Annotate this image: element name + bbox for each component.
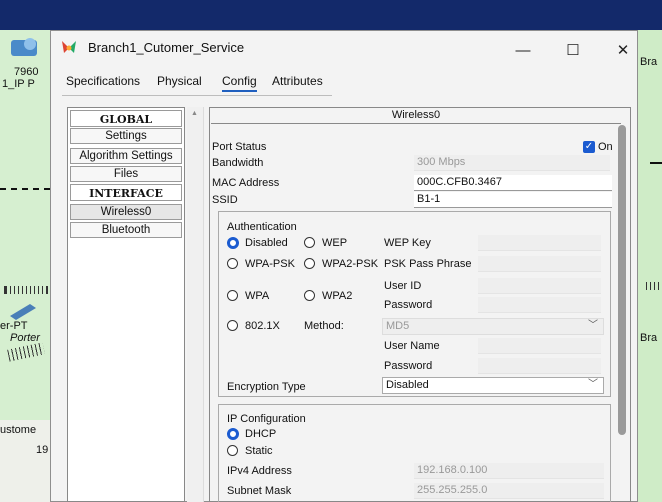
auth-8021x-label: 802.1X [245, 320, 280, 332]
auth-wpa2-radio[interactable] [304, 290, 315, 301]
port-status-label: Port Status [212, 141, 267, 153]
device-label: ustome [0, 424, 37, 436]
auth-disabled-radio[interactable] [227, 237, 239, 249]
auth-8021x-radio[interactable] [227, 320, 238, 331]
tab-divider [62, 95, 332, 96]
ssid-label: SSID [212, 194, 238, 206]
app-icon [60, 39, 78, 55]
ip-phone-icon[interactable] [8, 34, 42, 64]
chevron-down-icon: ﹀ [588, 320, 598, 331]
bandwidth-field: 300 Mbps [414, 155, 610, 171]
user-id-field [478, 278, 601, 294]
password2-label: Password [384, 360, 433, 372]
device-label: er-PT [0, 320, 28, 332]
auth-wpa2-psk-label: WPA2-PSK [322, 258, 379, 270]
chevron-down-icon: ﹀ [588, 379, 598, 390]
auth-disabled-label: Disabled [245, 237, 288, 249]
auth-wpa2-label: WPA2 [322, 290, 353, 302]
user-name-field [478, 338, 601, 354]
method-value: MD5 [386, 320, 410, 332]
auth-wpa-psk-label: WPA-PSK [245, 258, 295, 270]
wireless-signal-icon [4, 286, 48, 294]
method-select: MD5 ﹀ [382, 318, 604, 335]
wep-key-label: WEP Key [384, 237, 431, 249]
dhcp-radio[interactable] [227, 428, 239, 440]
pane-scrollbar-thumb[interactable] [618, 125, 626, 435]
nav-item-settings[interactable]: Settings [70, 128, 182, 144]
device-label: 1_IP P [2, 78, 35, 90]
close-button[interactable]: ✕ [600, 33, 646, 67]
user-id-label: User ID [384, 280, 422, 292]
config-nav: GLOBAL Settings Algorithm Settings Files… [67, 107, 185, 502]
port-status-checkbox[interactable]: ✓ [583, 141, 595, 153]
mac-address-label: MAC Address [212, 177, 280, 189]
auth-wpa-radio[interactable] [227, 290, 238, 301]
tab-physical[interactable]: Physical [157, 74, 202, 88]
printer-icon[interactable] [8, 300, 38, 320]
encryption-type-label: Encryption Type [227, 381, 306, 393]
device-label: 19 [36, 444, 49, 456]
authentication-title: Authentication [227, 221, 297, 233]
pane-title: Wireless0 [211, 109, 621, 124]
device-label: 7960 [14, 66, 39, 78]
nav-item-files[interactable]: Files [70, 166, 182, 182]
nav-item-bluetooth[interactable]: Bluetooth [70, 222, 182, 238]
ipv4-address-field: 192.168.0.100 [414, 463, 604, 479]
device-label: Porter [10, 332, 40, 344]
subnet-mask-field: 255.255.255.0 [414, 483, 604, 499]
auth-wpa2-psk-radio[interactable] [304, 258, 315, 269]
auth-wpa-psk-radio[interactable] [227, 258, 238, 269]
ipv4-address-label: IPv4 Address [227, 465, 292, 477]
user-name-label: User Name [384, 340, 440, 352]
nav-item-wireless0[interactable]: Wireless0 [70, 204, 182, 220]
password2-field [478, 358, 601, 374]
password-field [478, 297, 601, 313]
link-line [0, 188, 50, 190]
tab-attributes[interactable]: Attributes [272, 74, 323, 88]
workspace-topbar [0, 0, 662, 30]
link-line [650, 162, 662, 164]
nav-header-interface: INTERFACE [70, 184, 182, 201]
psk-pass-phrase-label: PSK Pass Phrase [384, 258, 472, 270]
window-title: Branch1_Cutomer_Service [88, 40, 245, 55]
method-label: Method: [304, 320, 344, 332]
nav-header-global: GLOBAL [70, 110, 182, 127]
maximize-button[interactable]: ☐ [550, 33, 596, 67]
mac-address-field[interactable]: 000C.CFB0.3467 [414, 175, 612, 191]
auth-wep-radio[interactable] [304, 237, 315, 248]
workspace-right-panel [638, 30, 662, 502]
psk-pass-phrase-field [478, 256, 601, 272]
encryption-type-select[interactable]: Disabled ﹀ [382, 377, 604, 394]
tab-specifications[interactable]: Specifications [66, 74, 140, 88]
wireless-signal-icon [646, 282, 662, 290]
tab-config[interactable]: Config [222, 74, 257, 92]
device-label: Bra [640, 332, 658, 344]
dhcp-label: DHCP [245, 428, 277, 440]
ssid-field[interactable]: B1-1 [414, 192, 612, 208]
nav-item-algorithm-settings[interactable]: Algorithm Settings [70, 148, 182, 164]
nav-scrollbar[interactable]: ▲ [187, 107, 204, 502]
static-radio[interactable] [227, 445, 238, 456]
minimize-button[interactable]: — [500, 33, 546, 67]
wep-key-field [478, 235, 601, 251]
auth-wpa-label: WPA [245, 290, 270, 302]
encryption-type-value: Disabled [386, 379, 429, 391]
static-label: Static [245, 445, 273, 457]
subnet-mask-label: Subnet Mask [227, 485, 292, 497]
password-label: Password [384, 299, 433, 311]
ip-configuration-title: IP Configuration [227, 413, 306, 425]
bandwidth-label: Bandwidth [212, 157, 264, 169]
scroll-up-icon[interactable]: ▲ [191, 110, 198, 117]
auth-wep-label: WEP [322, 237, 348, 249]
workspace-left-panel [0, 30, 50, 462]
port-status-on-label: On [598, 141, 613, 153]
